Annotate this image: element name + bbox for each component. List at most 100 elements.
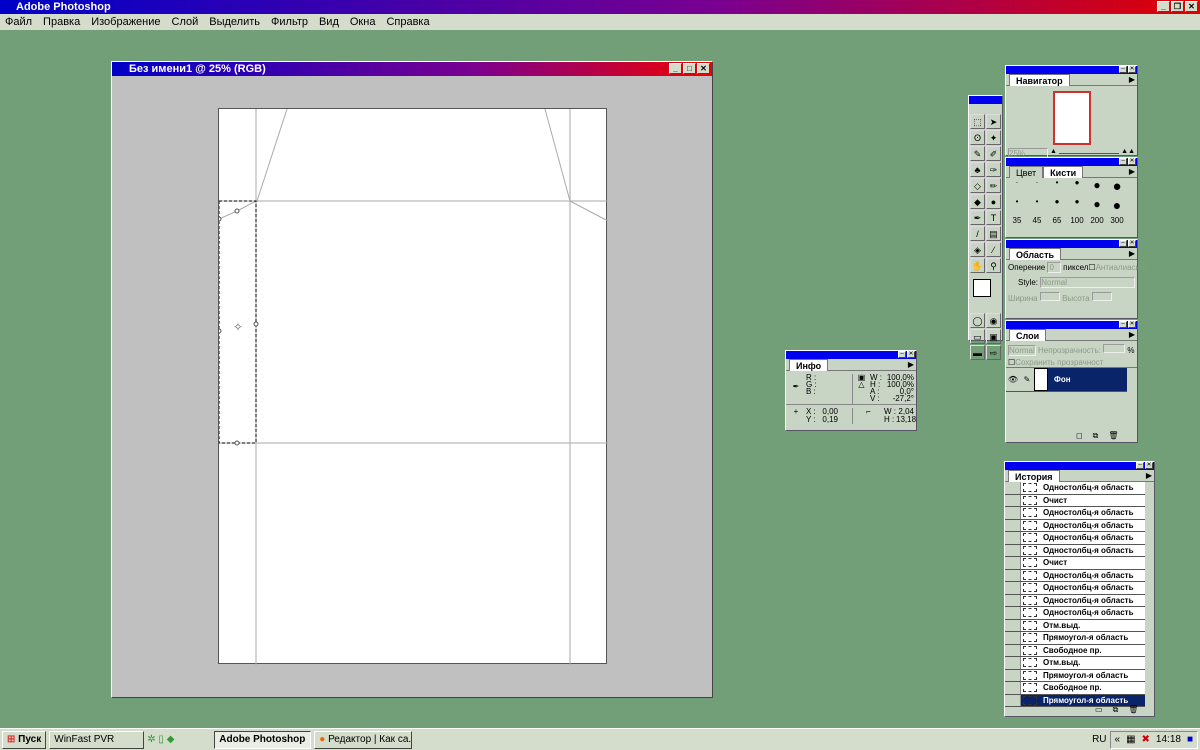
history-item[interactable]: Свободное пр. <box>1005 682 1145 695</box>
zoom-slider[interactable] <box>1058 148 1120 154</box>
history-checkbox[interactable] <box>1005 619 1021 631</box>
panel-close[interactable]: ✕ <box>1128 66 1136 73</box>
menu-window[interactable]: Окна <box>350 14 376 30</box>
brush-35[interactable]: 35 <box>1007 216 1027 235</box>
history-checkbox[interactable] <box>1005 632 1021 644</box>
hand-tool-icon[interactable]: ✋ <box>970 258 985 273</box>
canvas[interactable]: ✧ <box>216 108 609 665</box>
history-checkbox[interactable] <box>1005 569 1021 581</box>
history-item[interactable]: Одностолбц-я область <box>1005 607 1145 620</box>
doc-close-button[interactable]: ✕ <box>697 63 710 74</box>
task-browser[interactable]: ● Редактор | Как са... <box>314 730 413 749</box>
history-checkbox[interactable] <box>1005 607 1021 619</box>
tab-brushes[interactable]: Кисти <box>1043 166 1084 178</box>
brush-300[interactable]: 300 <box>1107 216 1127 235</box>
panel-close[interactable]: ✕ <box>1128 240 1136 247</box>
history-item[interactable]: Одностолбц-я область <box>1005 569 1145 582</box>
soft-brush-3[interactable]: ● <box>1047 197 1067 216</box>
tab-info[interactable]: Инфо <box>789 359 829 371</box>
history-checkbox[interactable] <box>1005 519 1021 531</box>
panel-menu-arrow-icon[interactable]: ▶ <box>1129 167 1135 176</box>
history-item[interactable]: Прямоугол-я область <box>1005 669 1145 682</box>
panel-close[interactable]: ✕ <box>1145 462 1153 469</box>
history-item[interactable]: Одностолбц-я область <box>1005 582 1145 595</box>
network-icon[interactable]: ▦ <box>1126 734 1135 745</box>
panel-minimize[interactable]: – <box>1119 321 1127 328</box>
history-checkbox[interactable] <box>1005 594 1021 606</box>
history-item[interactable]: Отм.выд. <box>1005 657 1145 670</box>
menu-filter[interactable]: Фильтр <box>271 14 308 30</box>
language-indicator[interactable]: RU <box>1092 734 1106 745</box>
restore-button[interactable]: ❐ <box>1171 1 1184 12</box>
foreground-color[interactable] <box>973 279 991 297</box>
soft-brush-6[interactable]: ● <box>1107 197 1127 216</box>
zoom-tool-icon[interactable]: ⚲ <box>986 258 1001 273</box>
dodge-tool-icon[interactable]: ● <box>986 194 1001 209</box>
brush-tool-icon[interactable]: ✐ <box>986 146 1001 161</box>
stamp-tool-icon[interactable]: ♣ <box>970 162 985 177</box>
jump-to-icon[interactable]: ⇨ <box>986 345 1001 360</box>
brush-icon[interactable]: ✎ <box>1020 368 1034 391</box>
history-checkbox[interactable] <box>1005 482 1021 494</box>
quickmask-mode-icon[interactable]: ◉ <box>986 313 1001 328</box>
width-input[interactable] <box>1039 292 1060 301</box>
history-checkbox[interactable] <box>1005 557 1021 569</box>
soft-brush-2[interactable]: • <box>1027 197 1047 216</box>
history-brush-icon[interactable]: ✑ <box>986 162 1001 177</box>
panel-menu-arrow-icon[interactable]: ▶ <box>1146 471 1152 480</box>
color-swatches[interactable] <box>971 277 1000 309</box>
magic-wand-tool-icon[interactable]: ✦ <box>986 130 1001 145</box>
panel-minimize[interactable]: – <box>1119 158 1127 165</box>
brush-9[interactable]: ● <box>1067 178 1087 197</box>
history-item[interactable]: Одностолбц-я область <box>1005 544 1145 557</box>
panel-menu-arrow-icon[interactable]: ▶ <box>908 360 914 369</box>
history-item[interactable]: Очист <box>1005 557 1145 570</box>
soft-brush-4[interactable]: ● <box>1067 197 1087 216</box>
blur-tool-icon[interactable]: ◆ <box>970 194 985 209</box>
soft-brush-5[interactable]: ● <box>1087 197 1107 216</box>
mask-icon[interactable]: ◻ <box>1076 431 1083 441</box>
tab-color[interactable]: Цвет <box>1009 166 1044 178</box>
pencil-tool-icon[interactable]: ✏ <box>986 178 1001 193</box>
menu-view[interactable]: Вид <box>319 14 339 30</box>
panel-close[interactable]: ✕ <box>1128 158 1136 165</box>
history-item[interactable]: Очист <box>1005 494 1145 507</box>
panel-close[interactable]: ✕ <box>1128 321 1136 328</box>
eyedropper-tool-icon[interactable]: ⁄ <box>986 242 1001 257</box>
navigator-thumbnail[interactable] <box>1052 91 1091 145</box>
history-item[interactable]: Одностолбц-я область <box>1005 532 1145 545</box>
close-button[interactable]: ✕ <box>1185 1 1198 12</box>
history-checkbox[interactable] <box>1005 657 1021 669</box>
brush-19[interactable]: ● <box>1107 178 1127 197</box>
history-checkbox[interactable] <box>1005 532 1021 544</box>
soft-brush-1[interactable]: • <box>1007 197 1027 216</box>
new-layer-icon[interactable]: ⧉ <box>1093 431 1099 441</box>
panel-close[interactable]: ✕ <box>907 351 915 358</box>
lasso-tool-icon[interactable]: ʘ <box>970 130 985 145</box>
line-tool-icon[interactable]: / <box>970 226 985 241</box>
start-button[interactable]: ⊞ Пуск <box>2 730 47 749</box>
tab-layers[interactable]: Слои <box>1009 329 1047 341</box>
fullscreen-menu-icon[interactable]: ▣ <box>986 329 1001 344</box>
history-checkbox[interactable] <box>1005 494 1021 506</box>
gradient-tool-icon[interactable]: ▤ <box>986 226 1001 241</box>
menu-edit[interactable]: Правка <box>43 14 80 30</box>
pen-tool-icon[interactable]: ✒ <box>970 210 985 225</box>
blend-mode-select[interactable]: Normal <box>1008 345 1036 356</box>
brush-100[interactable]: 100 <box>1067 216 1087 235</box>
history-item[interactable]: Одностолбц-я область <box>1005 482 1145 495</box>
feather-input[interactable]: 0 <box>1047 262 1061 273</box>
layer-row[interactable]: 👁 ✎ Фон <box>1006 368 1127 392</box>
airbrush-tool-icon[interactable]: ✎ <box>970 146 985 161</box>
history-item[interactable]: Одностолбц-я область <box>1005 507 1145 520</box>
screen-mode-icon[interactable]: ▭ <box>970 329 985 344</box>
history-item[interactable]: Прямоугол-я область <box>1005 632 1145 645</box>
history-checkbox[interactable] <box>1005 644 1021 656</box>
menu-image[interactable]: Изображение <box>91 14 160 30</box>
task-winfast[interactable]: WinFast PVR <box>49 730 145 749</box>
minimize-button[interactable]: _ <box>1157 1 1170 12</box>
history-item[interactable]: Отм.выд. <box>1005 619 1145 632</box>
move-tool-icon[interactable]: ➤ <box>986 114 1001 129</box>
brush-1[interactable]: · <box>1007 178 1027 197</box>
history-checkbox[interactable] <box>1005 694 1021 706</box>
